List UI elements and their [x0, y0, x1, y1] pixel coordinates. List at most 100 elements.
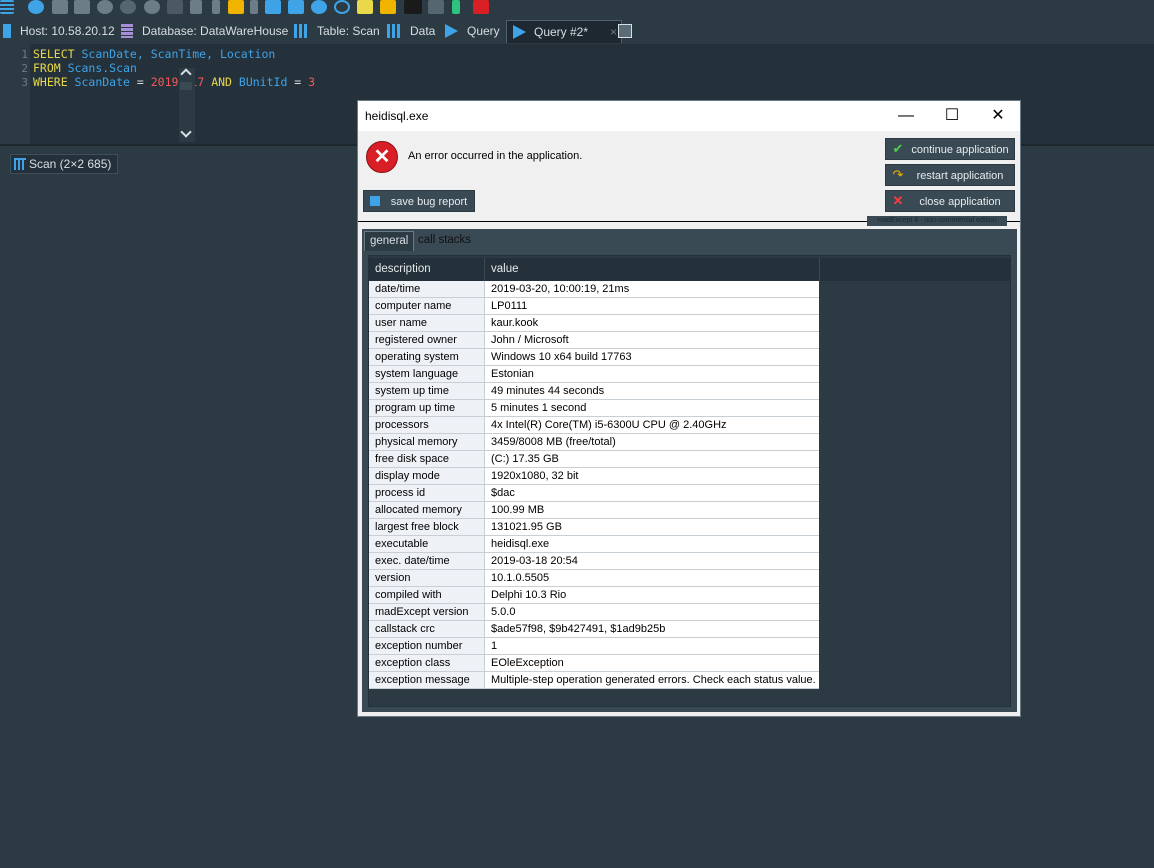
tab-database[interactable]: Database: DataWareHouse [121, 20, 288, 42]
restart-application-button[interactable]: ↷ restart application [885, 164, 1015, 186]
row-description: exception number [369, 637, 485, 655]
close-icon[interactable] [473, 0, 489, 14]
tab-call-stacks[interactable]: call stacks [413, 231, 476, 250]
table-row[interactable]: system language Estonian [369, 365, 819, 383]
open-icon[interactable] [228, 0, 244, 14]
table-row[interactable]: exception class EOleException [369, 654, 819, 672]
tab-host[interactable]: Host: 10.58.20.12 [3, 20, 115, 42]
dialog-titlebar[interactable]: heidisql.exe — ☐ ✕ [358, 101, 1020, 131]
clear-icon[interactable] [357, 0, 373, 14]
tab-close-icon[interactable]: × [610, 21, 617, 43]
row-value: 1 [484, 637, 819, 655]
close-application-button[interactable]: ✕ close application [885, 190, 1015, 212]
row-value: Delphi 10.3 Rio [484, 586, 819, 604]
run-icon[interactable] [190, 0, 202, 14]
result-tab-scan[interactable]: Scan (2×2 685) [10, 154, 119, 174]
tab-table[interactable]: Table: Scan [294, 20, 380, 42]
minimize-icon: — [898, 107, 914, 124]
code-line: WHERE ScanDate = 2019 17 AND BUnitId = 3 [33, 75, 316, 89]
apply-icon[interactable] [144, 0, 160, 14]
first-icon[interactable] [52, 0, 68, 14]
row-description: executable [369, 535, 485, 553]
table-row[interactable]: operating system Windows 10 x64 build 177… [369, 348, 819, 366]
maximize-icon: ☐ [944, 107, 960, 124]
save-icon[interactable] [265, 0, 281, 14]
dialog-close-button[interactable]: ✕ [975, 101, 1021, 131]
error-dialog: heidisql.exe — ☐ ✕ ✕ An error occurred i… [357, 100, 1021, 717]
floppy-icon [370, 196, 380, 206]
madexcept-label: madExcept 4 - non-commercial edition [867, 216, 1007, 226]
row-value: $ade57f98, $9b427491, $1ad9b25b [484, 620, 819, 638]
info-table: date/time 2019-03-20, 10:00:19, 21ms compu… [369, 281, 819, 689]
sql-icon[interactable] [404, 0, 422, 14]
continue-application-button[interactable]: ✔ continue application [885, 138, 1015, 160]
tab-data[interactable]: Data [387, 20, 435, 42]
table-row[interactable]: registered owner John / Microsoft [369, 331, 819, 349]
error-icon: ✕ [366, 141, 398, 173]
table-row[interactable]: date/time 2019-03-20, 10:00:19, 21ms [369, 281, 819, 298]
table-row[interactable]: version 10.1.0.5505 [369, 569, 819, 587]
table-row[interactable]: exception number 1 [369, 637, 819, 655]
table-row[interactable]: physical memory 3459/8008 MB (free/total) [369, 433, 819, 451]
row-description: computer name [369, 297, 485, 315]
tab-query-2[interactable]: Query #2* × [506, 20, 622, 43]
column-header-description[interactable]: description [369, 258, 485, 281]
new-query-tab-button[interactable] [618, 20, 638, 42]
minimize-button[interactable]: — [883, 101, 929, 131]
table-row[interactable]: executable heidisql.exe [369, 535, 819, 553]
line-number: 1 [21, 48, 28, 61]
refresh-icon[interactable] [334, 0, 350, 14]
menu-icon[interactable] [0, 0, 14, 14]
maximize-button[interactable]: ☐ [929, 101, 975, 131]
row-description: exception message [369, 671, 485, 689]
tab-general[interactable]: general [364, 231, 415, 251]
dropdown-icon[interactable] [212, 0, 220, 14]
table-row[interactable]: callstack crc $ade57f98, $9b427491, $1ad9… [369, 620, 819, 638]
play-icon [445, 24, 458, 38]
row-value: EOleException [484, 654, 819, 672]
cancel-icon[interactable] [167, 0, 183, 14]
row-value: Estonian [484, 365, 819, 383]
table-row[interactable]: system up time 49 minutes 44 seconds [369, 382, 819, 400]
table-row[interactable]: exec. date/time 2019-03-18 20:54 [369, 552, 819, 570]
editor-scrollbar[interactable] [179, 68, 195, 142]
chevron-up-icon[interactable] [180, 68, 192, 80]
warning-icon[interactable] [380, 0, 396, 14]
last-icon[interactable] [74, 0, 90, 14]
row-value: 5 minutes 1 second [484, 399, 819, 417]
table-row[interactable]: exception message Multiple-step operation… [369, 671, 819, 689]
save-bug-report-button[interactable]: save bug report [363, 190, 475, 212]
help-icon[interactable] [28, 0, 44, 14]
chevron-down-icon[interactable] [180, 126, 192, 138]
save-as-icon[interactable] [288, 0, 304, 14]
find-icon[interactable] [311, 0, 327, 14]
delete-icon[interactable] [120, 0, 136, 14]
table-row[interactable]: largest free block 131021.95 GB [369, 518, 819, 536]
tab-query[interactable]: Query [445, 20, 500, 42]
dropdown-icon[interactable] [250, 0, 258, 14]
info-grid[interactable]: description value date/time 2019-03-20, 1… [368, 255, 1011, 707]
table-row[interactable]: program up time 5 minutes 1 second [369, 399, 819, 417]
grid-icon [14, 158, 26, 170]
table-icon [294, 24, 308, 38]
table-row[interactable]: display mode 1920x1080, 32 bit [369, 467, 819, 485]
row-description: registered owner [369, 331, 485, 349]
row-value: 3459/8008 MB (free/total) [484, 433, 819, 451]
info-icon[interactable] [452, 0, 460, 14]
table-row[interactable]: free disk space (C:) 17.35 GB [369, 450, 819, 468]
table-row[interactable]: process id $dac [369, 484, 819, 502]
table-row[interactable]: compiled with Delphi 10.3 Rio [369, 586, 819, 604]
add-icon[interactable] [97, 0, 113, 14]
scroll-thumb[interactable] [180, 82, 192, 90]
table-row[interactable]: processors 4x Intel(R) Core(TM) i5-6300U … [369, 416, 819, 434]
table-row[interactable]: computer name LP0111 [369, 297, 819, 315]
table-row[interactable]: user name kaur.kook [369, 314, 819, 332]
undo-icon[interactable] [428, 0, 444, 14]
row-description: process id [369, 484, 485, 502]
dialog-body: general call stacks description value da… [362, 229, 1017, 712]
table-row[interactable]: allocated memory 100.99 MB [369, 501, 819, 519]
table-row[interactable]: madExcept version 5.0.0 [369, 603, 819, 621]
row-description: operating system [369, 348, 485, 366]
row-value: 10.1.0.5505 [484, 569, 819, 587]
column-header-value[interactable]: value [485, 258, 820, 281]
